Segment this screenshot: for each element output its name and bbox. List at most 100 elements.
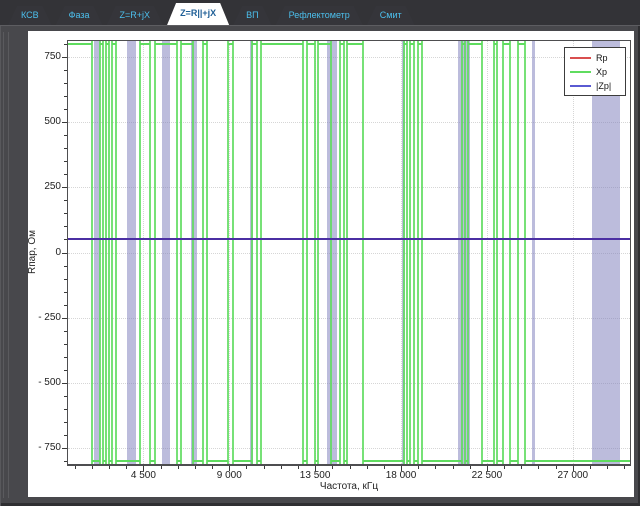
gridline-horizontal xyxy=(68,57,630,58)
series-xp-transition xyxy=(206,41,208,464)
tab-phase[interactable]: Фаза xyxy=(55,5,104,25)
legend-swatch-zp xyxy=(570,85,591,87)
series-xp-transition xyxy=(403,41,405,464)
tab-phase-face: Фаза xyxy=(56,6,103,25)
series-xp-transition xyxy=(409,41,411,464)
series-xp-transition xyxy=(330,41,332,464)
x-axis-minor-tick xyxy=(350,466,351,469)
gridline-horizontal xyxy=(68,448,630,449)
x-tick-label: 9 000 xyxy=(206,470,252,481)
series-xp-transition xyxy=(493,41,495,464)
tab-reflectometer-face: Рефлектометр xyxy=(276,6,363,25)
plot-area[interactable] xyxy=(67,40,631,466)
tab-swr[interactable]: КСВ xyxy=(7,5,53,25)
y-axis-minor-tick xyxy=(64,44,67,45)
tab-z-series-face: Z=R+jX xyxy=(107,6,164,25)
series-xp-transition xyxy=(362,41,364,464)
tab-bar: КСВФазаZ=R+jXZ=R||+jXВП РефлектометрСмит xyxy=(0,0,640,26)
y-axis-minor-tick xyxy=(64,213,67,214)
y-axis-minor-tick xyxy=(64,331,67,332)
series-xp-transition xyxy=(502,41,504,464)
x-axis-minor-tick xyxy=(556,466,557,469)
legend-item-rp: Rp xyxy=(570,53,620,63)
y-tick-label: 500 xyxy=(30,116,61,127)
tab-z-series[interactable]: Z=R+jX xyxy=(106,5,165,25)
tab-smith-face: Смит xyxy=(367,6,415,25)
x-axis-minor-tick xyxy=(453,466,454,469)
legend: Rp Xp |Zp| xyxy=(564,47,626,96)
legend-label: Xp xyxy=(596,67,607,77)
series-xp-transition xyxy=(496,41,498,464)
tab-reflectometer[interactable]: Рефлектометр xyxy=(275,5,364,25)
legend-label: |Zp| xyxy=(596,81,611,91)
series-xp-transition xyxy=(227,41,229,464)
y-axis-minor-tick xyxy=(64,266,67,267)
series-xp-transition xyxy=(91,41,93,464)
legend-item-zp: |Zp| xyxy=(570,81,620,91)
x-axis-minor-tick xyxy=(607,466,608,469)
y-axis-major-tick xyxy=(62,187,67,188)
band-highlight xyxy=(127,41,136,464)
gridline-horizontal xyxy=(68,253,630,254)
gridline-vertical xyxy=(573,41,574,464)
x-axis-minor-tick xyxy=(75,466,76,469)
series-xp-rail xyxy=(68,43,92,45)
series-xp-transition xyxy=(343,41,345,464)
band-highlight xyxy=(592,41,621,464)
series-xp-transition xyxy=(105,41,107,464)
y-axis-minor-tick xyxy=(64,357,67,358)
series-xp-transition xyxy=(115,41,117,464)
y-axis-minor-tick xyxy=(64,344,67,345)
y-axis-minor-tick xyxy=(64,109,67,110)
series-zp xyxy=(68,238,630,240)
x-tick-label: 4 500 xyxy=(120,470,166,481)
x-axis-minor-tick xyxy=(624,466,625,469)
gridline-vertical xyxy=(143,41,144,464)
gridline-horizontal xyxy=(68,122,630,123)
y-axis-major-tick xyxy=(62,122,67,123)
series-xp-rail xyxy=(347,43,363,45)
x-axis-minor-tick xyxy=(332,466,333,469)
gridline-horizontal xyxy=(68,318,630,319)
series-xp-transition xyxy=(464,41,466,464)
y-axis-minor-tick xyxy=(64,83,67,84)
x-axis-minor-tick xyxy=(161,466,162,469)
series-xp-transition xyxy=(517,41,519,464)
gridline-vertical xyxy=(229,41,230,464)
splitter-handle[interactable] xyxy=(8,32,9,498)
x-axis-minor-tick xyxy=(435,466,436,469)
series-xp-transition xyxy=(346,41,348,464)
y-axis-major-tick xyxy=(62,448,67,449)
analyzer-window: КСВФазаZ=R+jXZ=R||+jXВПРефлектометрСмит … xyxy=(0,0,640,506)
series-xp-rail xyxy=(155,43,177,45)
splitter-handle[interactable] xyxy=(3,32,4,498)
x-axis-minor-tick xyxy=(92,466,93,469)
band-highlight xyxy=(162,41,170,464)
x-axis-minor-tick xyxy=(521,466,522,469)
y-axis-minor-tick xyxy=(64,305,67,306)
x-axis-minor-tick xyxy=(298,466,299,469)
y-axis-minor-tick xyxy=(64,148,67,149)
x-axis-minor-tick xyxy=(470,466,471,469)
x-axis-minor-tick xyxy=(504,466,505,469)
series-xp-rail xyxy=(468,43,482,45)
tab-vp[interactable]: ВП xyxy=(232,5,272,25)
series-xp-transition xyxy=(192,41,194,464)
x-tick-label: 27 000 xyxy=(550,470,596,481)
y-axis-minor-tick xyxy=(64,461,67,462)
tab-swr-face: КСВ xyxy=(8,6,52,25)
y-tick-label: - 500 xyxy=(30,377,61,388)
y-axis-minor-tick xyxy=(64,200,67,201)
y-axis-minor-tick xyxy=(64,161,67,162)
y-tick-label: 250 xyxy=(30,181,61,192)
y-axis-major-tick xyxy=(62,383,67,384)
y-axis-minor-tick xyxy=(64,435,67,436)
tab-z-parallel[interactable]: Z=R||+jX xyxy=(166,2,230,25)
x-axis-minor-tick xyxy=(384,466,385,469)
gridline-horizontal xyxy=(68,187,630,188)
x-axis-minor-tick xyxy=(264,466,265,469)
tab-vp-face: ВП xyxy=(233,6,271,25)
x-axis-minor-tick xyxy=(109,466,110,469)
legend-swatch-xp xyxy=(570,71,591,73)
tab-smith[interactable]: Смит xyxy=(366,5,416,25)
